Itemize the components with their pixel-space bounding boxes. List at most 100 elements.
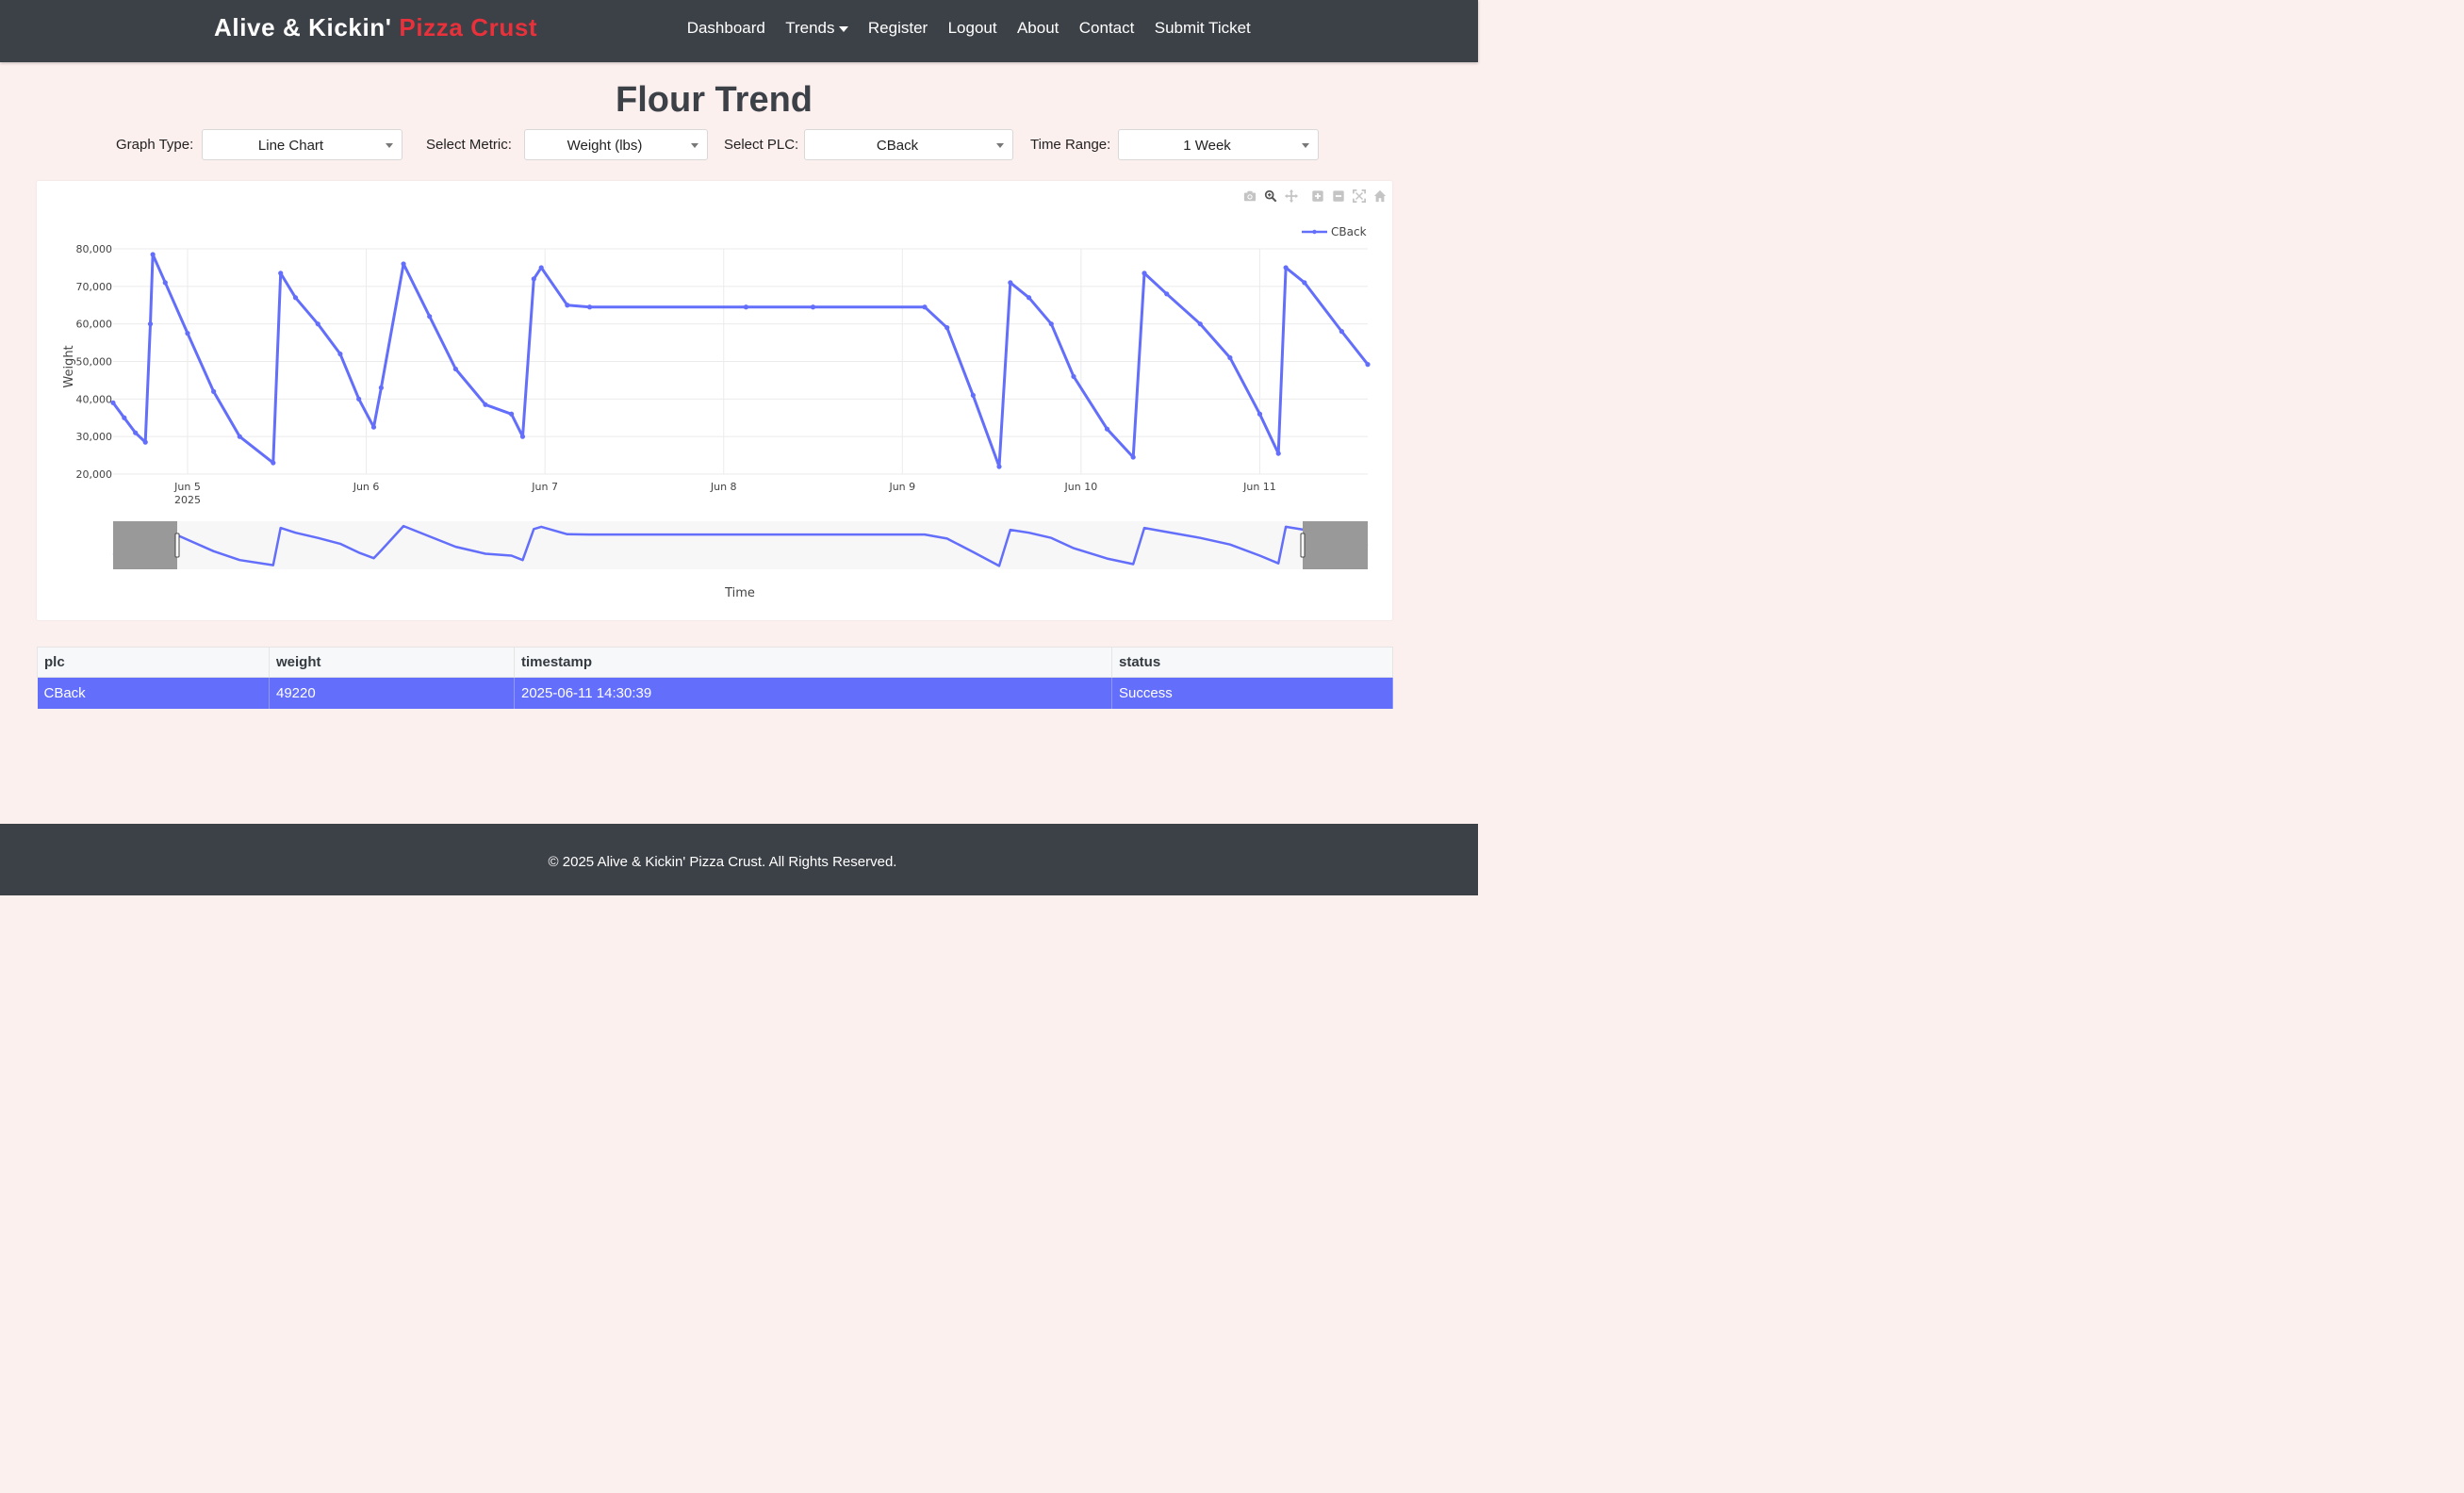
plc-select[interactable]: CBack: [804, 129, 1013, 160]
chart-container: 20,000 30,000 40,000 50,000 60,000 70,000 80,0…: [37, 181, 1392, 620]
dropdown-arrow-icon: [386, 143, 393, 148]
data-point[interactable]: [370, 424, 377, 430]
y-tick-label: 70,000: [76, 281, 113, 293]
data-point[interactable]: [150, 252, 156, 257]
data-point[interactable]: [1339, 329, 1344, 335]
page-title: Flour Trend: [616, 80, 813, 120]
x-tick-label: Jun 7: [531, 481, 558, 493]
data-point[interactable]: [483, 402, 488, 407]
y-tick-label: 40,000: [76, 393, 113, 405]
data-point[interactable]: [565, 303, 570, 308]
data-point[interactable]: [271, 460, 276, 466]
legend-marker-cback: [1312, 229, 1317, 235]
data-point[interactable]: [110, 400, 116, 405]
data-point[interactable]: [452, 366, 458, 372]
data-point[interactable]: [185, 331, 190, 336]
cell-status[interactable]: Success: [1111, 677, 1393, 709]
time-range-select[interactable]: 1 Week: [1118, 129, 1319, 160]
x-tick-label: Jun 8: [710, 481, 737, 493]
table-row[interactable]: CBack 49220 2025-06-11 14:30:39 Success: [37, 677, 1393, 709]
data-point[interactable]: [1142, 271, 1147, 276]
range-slider-mask-right[interactable]: [1303, 521, 1368, 569]
data-point[interactable]: [945, 325, 950, 331]
data-point[interactable]: [1008, 280, 1013, 286]
nav-trends-dropdown[interactable]: Trends: [776, 19, 859, 38]
range-slider-handle-left[interactable]: [174, 533, 180, 558]
data-point[interactable]: [142, 439, 148, 445]
data-point[interactable]: [337, 351, 343, 357]
data-point[interactable]: [1197, 321, 1203, 327]
nav-logout[interactable]: Logout: [938, 19, 1007, 38]
data-point[interactable]: [1071, 373, 1076, 380]
data-point[interactable]: [519, 434, 526, 439]
range-slider-background: [113, 521, 1368, 569]
nav-register[interactable]: Register: [858, 19, 938, 38]
cell-timestamp[interactable]: 2025-06-11 14:30:39: [514, 677, 1112, 709]
data-point[interactable]: [1283, 265, 1289, 271]
data-point[interactable]: [1275, 451, 1281, 456]
data-point[interactable]: [743, 304, 749, 310]
data-point[interactable]: [1104, 426, 1110, 432]
y-tick-label: 50,000: [76, 356, 113, 369]
dropdown-arrow-icon: [691, 143, 698, 148]
brand-name: Alive & Kickin': [214, 13, 392, 41]
data-point[interactable]: [1257, 411, 1263, 417]
data-point[interactable]: [122, 415, 127, 420]
navbar: Alive & Kickin' Pizza Crust Dashboard Tr…: [0, 0, 1478, 62]
range-slider-mask-left[interactable]: [113, 521, 177, 569]
header-weight[interactable]: weight: [269, 647, 515, 678]
data-point[interactable]: [401, 261, 406, 267]
data-point[interactable]: [427, 314, 433, 320]
table-header-row: plc weight timestamp status: [37, 647, 1393, 678]
nav-submit-ticket[interactable]: Submit Ticket: [1144, 19, 1260, 38]
data-point[interactable]: [292, 295, 299, 301]
data-point[interactable]: [1048, 321, 1054, 327]
data-point[interactable]: [509, 411, 515, 417]
data-point[interactable]: [810, 304, 816, 310]
data-point[interactable]: [237, 434, 242, 439]
data-point[interactable]: [996, 464, 1002, 469]
cell-weight[interactable]: 49220: [269, 677, 515, 709]
metric-select[interactable]: Weight (lbs): [524, 129, 708, 160]
brand-logo[interactable]: Alive & Kickin' Pizza Crust: [214, 13, 537, 42]
data-point[interactable]: [378, 385, 384, 390]
data-point[interactable]: [1302, 280, 1307, 286]
chart-gridlines: [113, 248, 1368, 475]
plc-label: Select PLC:: [724, 137, 799, 153]
range-slider[interactable]: [112, 521, 1369, 569]
x-tick-label: Jun 9: [888, 481, 915, 493]
nav-contact[interactable]: Contact: [1069, 19, 1144, 38]
header-timestamp[interactable]: timestamp: [514, 647, 1112, 678]
footer: © 2025 Alive & Kickin' Pizza Crust. All …: [0, 824, 1478, 895]
y-axis-title: Weight: [62, 345, 76, 387]
header-plc[interactable]: plc: [37, 647, 270, 678]
data-point[interactable]: [211, 388, 217, 394]
flour-trend-chart[interactable]: 20,000 30,000 40,000 50,000 60,000 70,000 80,0…: [37, 181, 1392, 620]
data-point[interactable]: [356, 396, 362, 402]
cell-plc[interactable]: CBack: [37, 677, 270, 709]
plc-value: CBack: [876, 138, 919, 154]
data-point[interactable]: [1365, 362, 1371, 368]
graph-type-select[interactable]: Line Chart: [202, 129, 402, 160]
data-point[interactable]: [1130, 454, 1136, 460]
data-point[interactable]: [970, 392, 976, 398]
data-point[interactable]: [133, 430, 139, 435]
data-point[interactable]: [586, 304, 593, 310]
data-point[interactable]: [278, 271, 284, 276]
data-point[interactable]: [1227, 354, 1233, 361]
range-slider-handle-right[interactable]: [1300, 533, 1306, 558]
nav-about[interactable]: About: [1007, 19, 1069, 38]
data-point[interactable]: [315, 321, 320, 327]
footer-copyright: © 2025 Alive & Kickin' Pizza Crust. All …: [548, 854, 897, 870]
chart-legend[interactable]: CBack: [1302, 225, 1367, 238]
data-point[interactable]: [1164, 291, 1170, 297]
data-point[interactable]: [1026, 295, 1032, 301]
x-axis-ticks: Jun 52025 Jun 6 Jun 7 Jun 8 Jun 9 Jun 10 Jun 1…: [173, 481, 1276, 506]
data-point[interactable]: [922, 304, 928, 310]
data-point[interactable]: [538, 265, 544, 271]
data-point[interactable]: [147, 321, 154, 327]
header-status[interactable]: status: [1111, 647, 1393, 678]
data-point[interactable]: [531, 276, 536, 282]
data-point[interactable]: [162, 280, 168, 286]
nav-dashboard[interactable]: Dashboard: [677, 19, 776, 38]
